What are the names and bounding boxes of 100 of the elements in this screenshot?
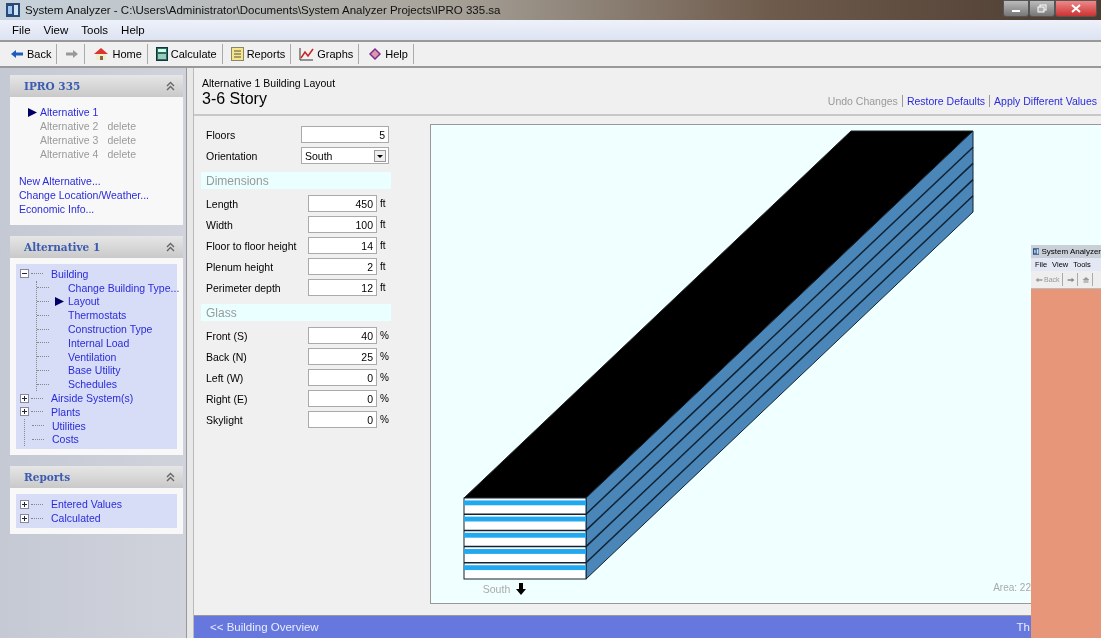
- value-field[interactable]: 450: [308, 195, 377, 212]
- field-label: Width: [206, 218, 234, 231]
- field-label: Floors: [206, 128, 237, 141]
- tree-item[interactable]: Entered Values: [51, 498, 123, 511]
- expand-box-icon[interactable]: [20, 513, 29, 523]
- calculator-icon: [155, 47, 168, 61]
- home-button[interactable]: Home: [88, 44, 148, 64]
- reports-button[interactable]: Reports: [225, 44, 292, 64]
- area-label: Area: 22: [993, 582, 1031, 593]
- unit-label: ft: [380, 261, 386, 272]
- panel-header[interactable]: IPRO 335: [10, 75, 183, 97]
- panel-header[interactable]: Reports: [10, 466, 183, 489]
- expand-box-icon[interactable]: [20, 499, 29, 509]
- close-icon: [1071, 4, 1081, 13]
- menu-item[interactable]: Help: [121, 24, 145, 36]
- section-header: Glass: [201, 304, 391, 321]
- field-label: Front (S): [206, 329, 249, 342]
- value-field[interactable]: 12: [308, 279, 377, 296]
- field-label: Left (W): [206, 371, 245, 384]
- action-link[interactable]: Apply Different Values: [989, 95, 1101, 107]
- tree-item[interactable]: Change Building Type...: [68, 281, 180, 294]
- tree-item[interactable]: Internal Load: [68, 336, 130, 349]
- panel-title: IPRO 335: [24, 80, 81, 92]
- unit-label: %: [380, 414, 389, 425]
- field-label: Floor to floor height: [206, 239, 298, 252]
- tree-item[interactable]: Layout: [68, 295, 100, 308]
- home-icon: [1081, 275, 1090, 284]
- sidebar-link[interactable]: Change Location/Weather...: [19, 189, 177, 203]
- unit-label: ft: [380, 282, 386, 293]
- tree-item[interactable]: Construction Type: [68, 323, 153, 336]
- action-link[interactable]: Restore Defaults: [901, 95, 990, 107]
- tree-item[interactable]: Calculated: [51, 512, 101, 525]
- back-button[interactable]: Back: [5, 44, 58, 64]
- value-field[interactable]: 40: [308, 327, 377, 344]
- panel-title: Reports: [24, 471, 71, 484]
- tree-item[interactable]: Schedules: [68, 378, 118, 391]
- report-icon: [230, 47, 244, 61]
- tree-item[interactable]: Costs: [52, 433, 79, 446]
- tree-item[interactable]: Airside System(s): [51, 392, 134, 405]
- value-field[interactable]: 14: [308, 237, 377, 254]
- collapse-box-icon[interactable]: [20, 269, 29, 279]
- help-button[interactable]: Help: [362, 44, 414, 64]
- unit-label: %: [380, 393, 389, 404]
- tree-item[interactable]: Plants: [51, 405, 81, 418]
- tree-item[interactable]: Utilities: [52, 419, 86, 432]
- window-title: System Analyzer - C:\Users\Administrator\Documents\System Analyzer Projects\IPRO 335.sa: [25, 4, 501, 16]
- home-icon: [93, 47, 110, 61]
- next-link[interactable]: Th: [1016, 621, 1030, 633]
- value-field[interactable]: 0: [308, 390, 377, 407]
- collapse-icon: [166, 81, 175, 91]
- restore-icon: [1037, 4, 1047, 13]
- maximize-button[interactable]: [1029, 0, 1055, 17]
- panel-title: Alternative 1: [24, 241, 101, 253]
- close-button[interactable]: [1055, 0, 1097, 17]
- splitter-handle[interactable]: [186, 68, 194, 638]
- field-label: Right (E): [206, 392, 249, 405]
- field-label: Perimeter depth: [206, 281, 282, 294]
- orientation-dropdown[interactable]: South: [301, 147, 389, 164]
- unit-label: ft: [380, 198, 386, 209]
- direction-label: South: [482, 583, 511, 595]
- tree-item[interactable]: Building: [51, 267, 89, 280]
- back-link[interactable]: << Building Overview: [210, 621, 319, 633]
- collapse-icon: [166, 472, 175, 483]
- panel-header[interactable]: Alternative 1: [10, 236, 183, 258]
- menu-item[interactable]: File: [12, 24, 31, 36]
- field-label: Back (N): [206, 350, 248, 363]
- field-label: Skylight: [206, 413, 244, 426]
- calculate-button[interactable]: Calculate: [150, 44, 223, 64]
- tree-item[interactable]: Base Utility: [68, 364, 121, 377]
- menu-item[interactable]: View: [43, 24, 69, 36]
- page-heading: 3-6 Story: [202, 90, 268, 108]
- expand-box-icon[interactable]: [20, 393, 29, 403]
- value-field[interactable]: 25: [308, 348, 377, 365]
- sidebar-link[interactable]: Economic Info...: [19, 203, 177, 217]
- collapse-icon: [166, 242, 175, 252]
- sidebar-link[interactable]: New Alternative...: [19, 175, 177, 189]
- field-label: Length: [206, 197, 240, 210]
- forward-arrow-icon: [1066, 276, 1075, 283]
- app-icon: [1033, 247, 1040, 256]
- graphs-button[interactable]: Graphs: [294, 44, 360, 64]
- alternative-item[interactable]: Alternative 1: [40, 106, 99, 118]
- floors-field[interactable]: 5: [301, 126, 389, 143]
- unit-label: ft: [380, 240, 386, 251]
- tree-item[interactable]: Ventilation: [68, 350, 117, 363]
- value-field[interactable]: 0: [308, 411, 377, 428]
- expand-box-icon[interactable]: [20, 407, 29, 417]
- menu-item[interactable]: Tools: [81, 24, 109, 36]
- window-title: System Analyzer: [1041, 247, 1101, 256]
- unit-label: ft: [380, 219, 386, 230]
- value-field[interactable]: 0: [308, 369, 377, 386]
- app-icon: [6, 3, 20, 17]
- value-field[interactable]: 100: [308, 216, 377, 233]
- dropdown-caret-icon: [374, 149, 386, 162]
- field-label: Plenum height: [206, 260, 275, 273]
- back-arrow-icon: [10, 49, 24, 59]
- tree-item[interactable]: Thermostats: [68, 309, 127, 322]
- minimize-button[interactable]: [1003, 0, 1029, 17]
- forward-arrow-icon: [65, 49, 80, 59]
- value-field[interactable]: 2: [308, 258, 377, 275]
- unit-label: %: [380, 351, 389, 362]
